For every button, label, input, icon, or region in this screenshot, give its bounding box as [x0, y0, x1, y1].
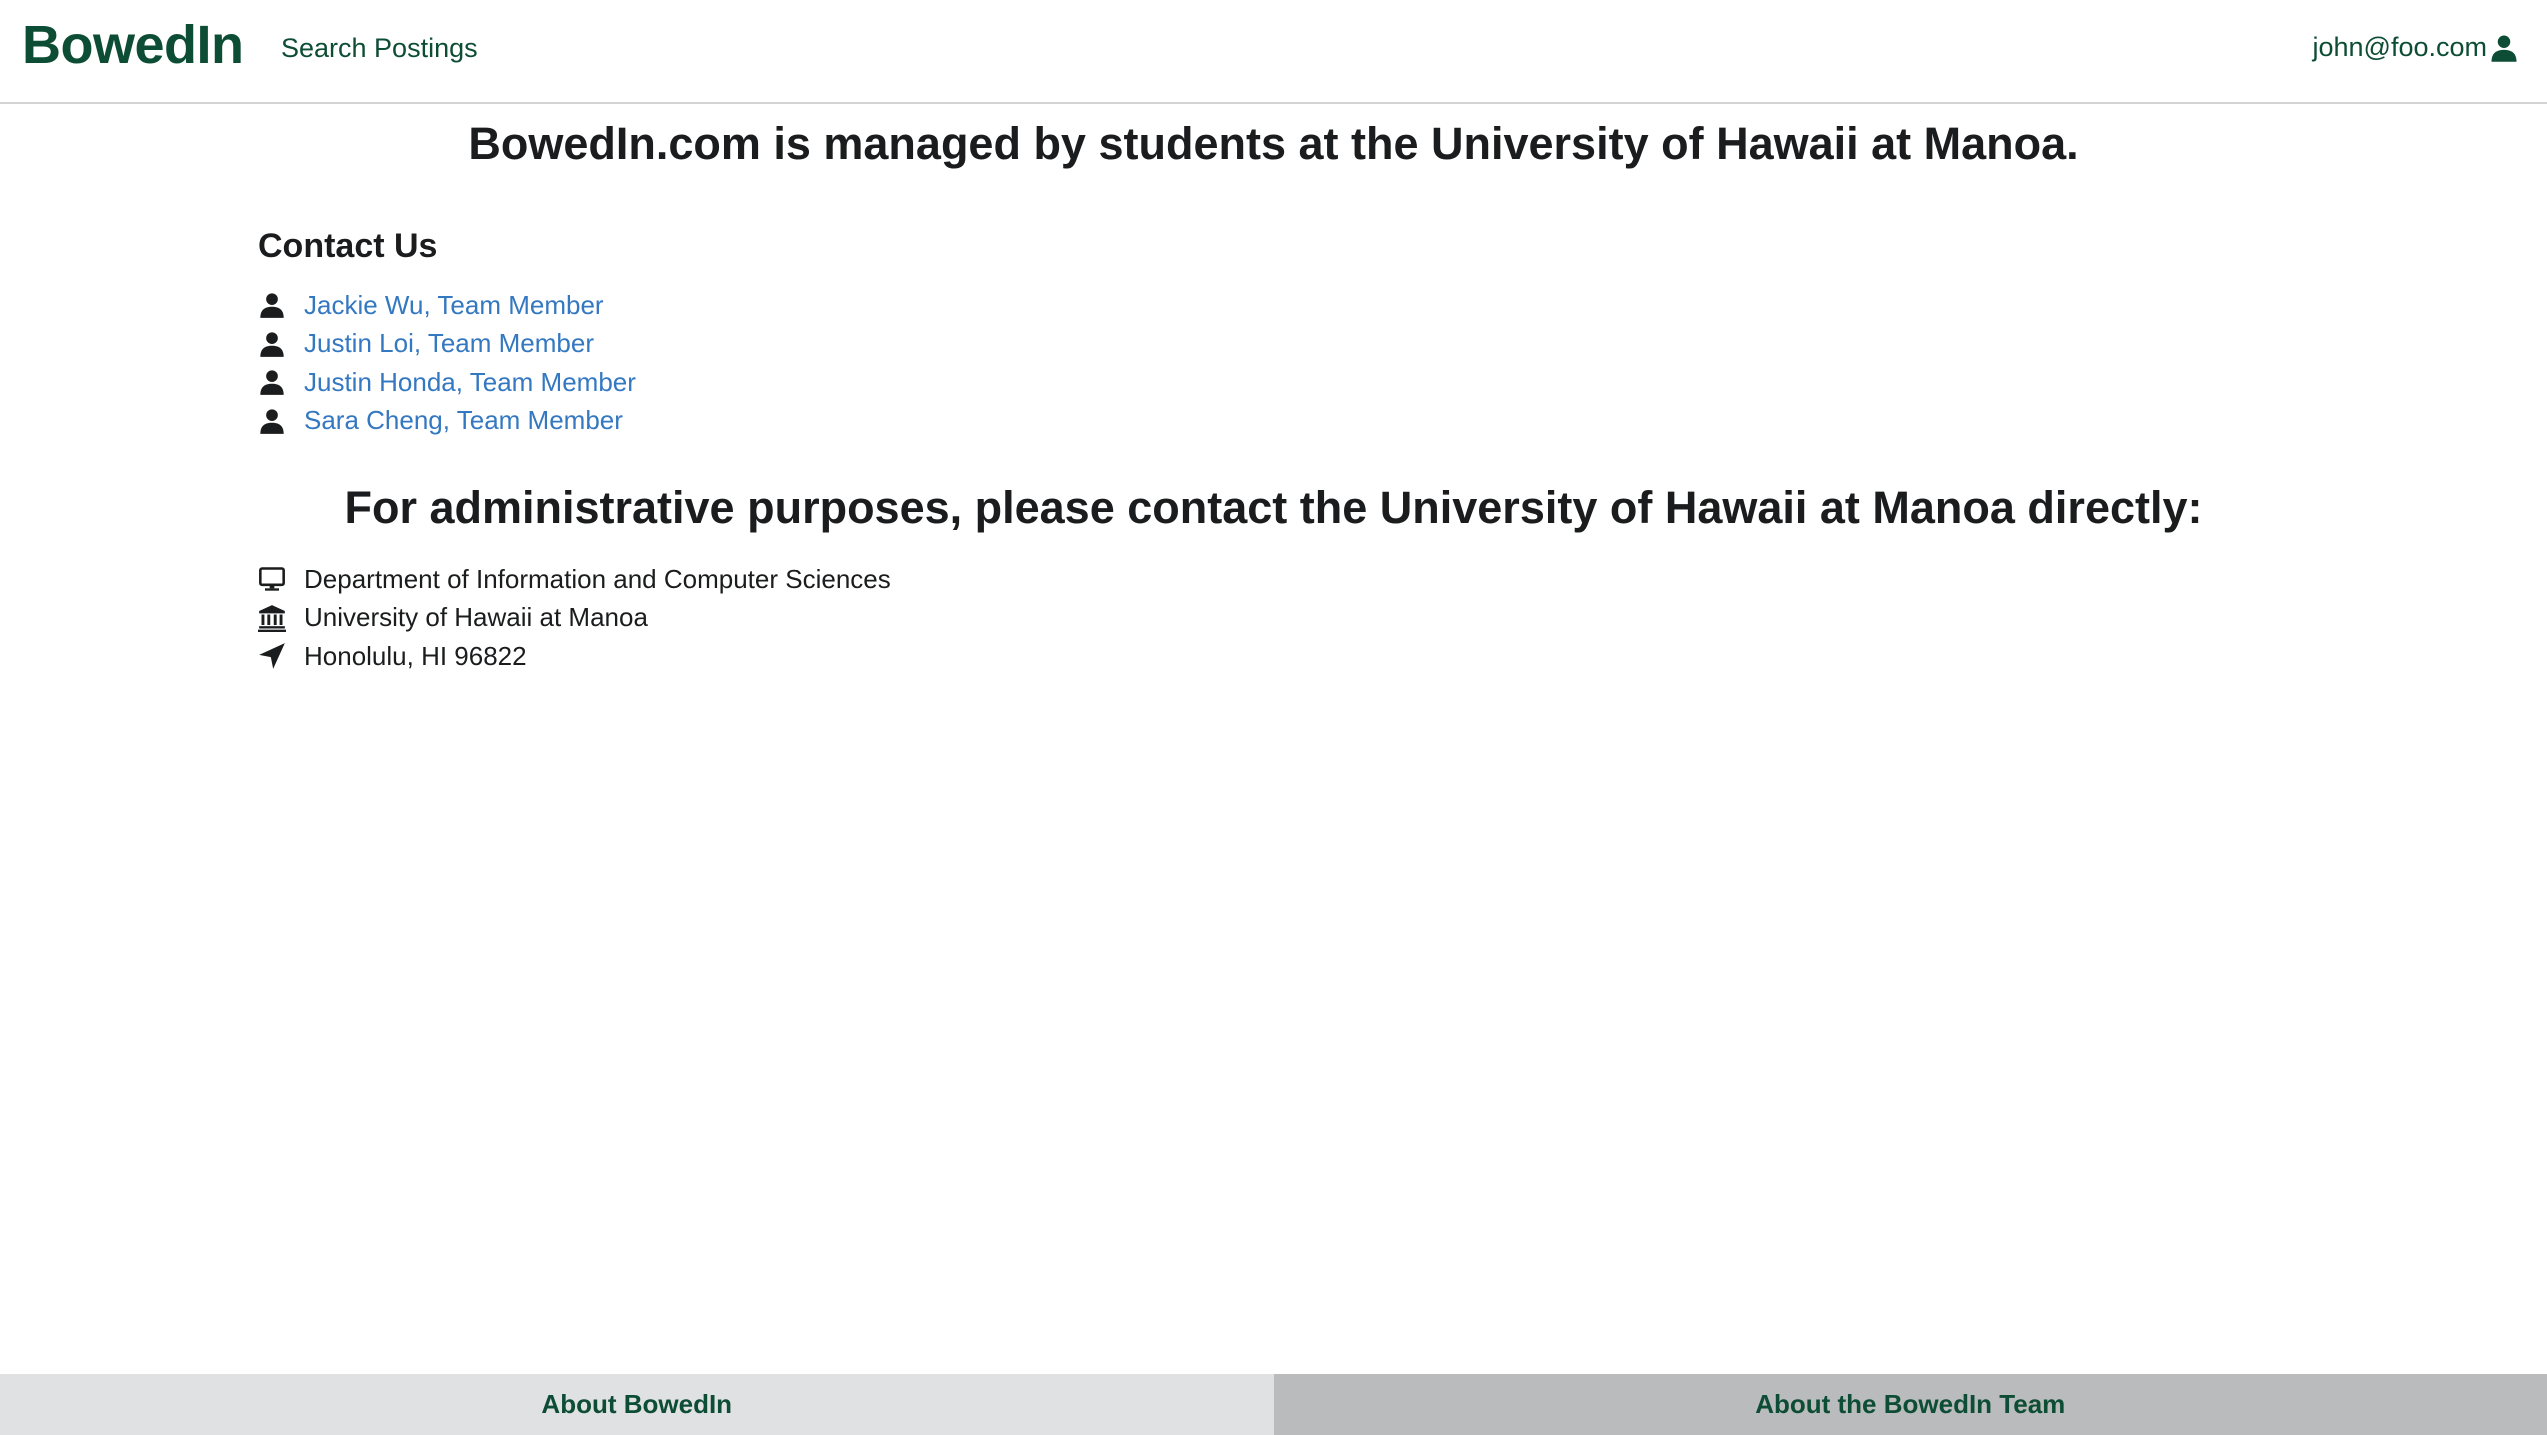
list-item: Department of Information and Computer S… — [258, 560, 891, 599]
team-member-link[interactable]: Justin Loi, Team Member — [304, 328, 594, 359]
list-item: Jackie Wu, Team Member — [258, 286, 636, 325]
university-text: University of Hawaii at Manoa — [304, 602, 648, 633]
list-item: Justin Honda, Team Member — [258, 363, 636, 402]
team-member-link[interactable]: Justin Honda, Team Member — [304, 367, 636, 398]
team-member-list: Jackie Wu, Team Member Justin Loi, Team … — [258, 286, 636, 440]
user-icon — [258, 368, 286, 396]
team-member-link[interactable]: Sara Cheng, Team Member — [304, 405, 623, 436]
user-menu[interactable]: john@foo.com — [2313, 32, 2520, 63]
brand-logo[interactable]: BowedIn — [22, 14, 244, 76]
department-text: Department of Information and Computer S… — [304, 563, 891, 594]
user-icon — [258, 330, 286, 358]
footer: About BowedIn About the BowedIn Team — [0, 1374, 2547, 1435]
team-member-link[interactable]: Jackie Wu, Team Member — [304, 290, 604, 321]
user-icon — [258, 407, 286, 435]
university-icon — [258, 604, 286, 632]
admin-contact-heading: For administrative purposes, please cont… — [344, 482, 2203, 533]
user-icon — [258, 291, 286, 319]
user-email[interactable]: john@foo.com — [2313, 32, 2488, 63]
top-navbar: BowedIn Search Postings john@foo.com — [0, 0, 2547, 104]
user-icon — [2491, 35, 2517, 62]
page-title: BowedIn.com is managed by students at th… — [468, 118, 2079, 169]
list-item: Sara Cheng, Team Member — [258, 402, 636, 441]
list-item: Honolulu, HI 96822 — [258, 637, 891, 676]
address-text: Honolulu, HI 96822 — [304, 640, 527, 671]
list-item: Justin Loi, Team Member — [258, 325, 636, 364]
desktop-icon — [258, 565, 286, 593]
list-item: University of Hawaii at Manoa — [258, 599, 891, 638]
about-bowedin-button[interactable]: About BowedIn — [0, 1374, 1274, 1435]
location-arrow-icon — [258, 642, 286, 670]
about-team-button[interactable]: About the BowedIn Team — [1273, 1374, 2547, 1435]
search-postings-link[interactable]: Search Postings — [281, 33, 478, 64]
contact-us-heading: Contact Us — [258, 227, 438, 265]
admin-contact-list: Department of Information and Computer S… — [258, 560, 891, 676]
